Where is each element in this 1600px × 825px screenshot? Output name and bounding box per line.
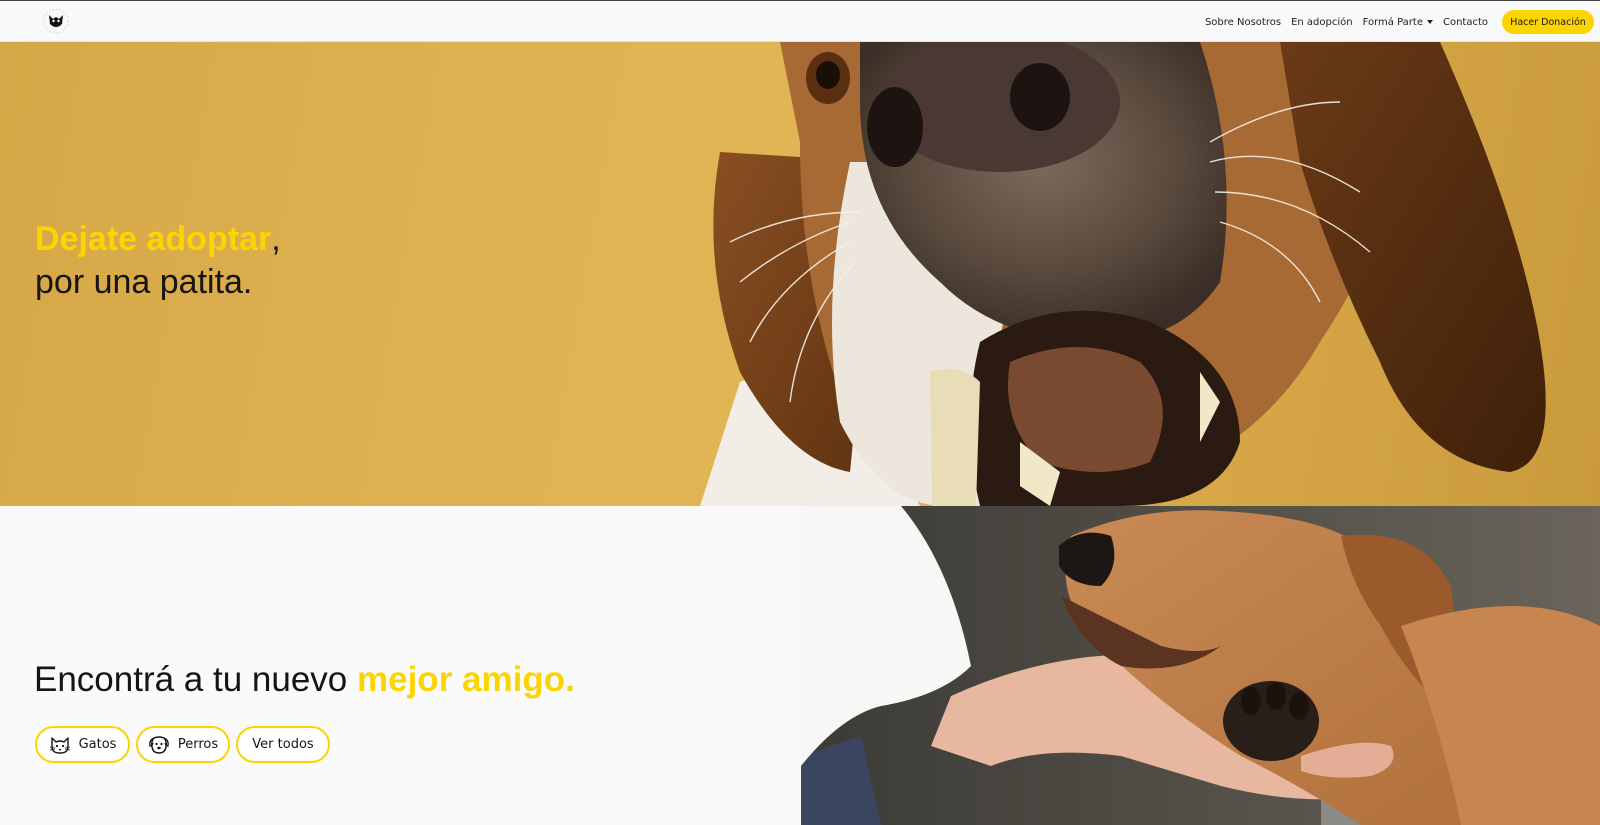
see-all-button-label: Ver todos [252,737,314,752]
navbar: Sobre Nosotros En adopción Formá Parte C… [0,0,1600,42]
cats-button[interactable]: Gatos [35,726,130,763]
dog-paw-photo [801,506,1600,825]
logo-icon[interactable] [42,7,70,35]
dogs-button-label: Perros [177,737,219,752]
see-all-button[interactable]: Ver todos [236,726,330,763]
dogs-button[interactable]: Perros [136,726,230,763]
dog-hero-photo [700,42,1546,506]
finder-title-accent: mejor amigo. [357,660,575,699]
hero-banner: Dejate adoptar, por una patita. [0,42,1600,506]
nav-dropdown-forma-parte[interactable]: Formá Parte [1363,17,1433,28]
nav-link-en-adopcion[interactable]: En adopción [1291,17,1353,28]
hero-title-comma: , [271,220,281,258]
donate-button[interactable]: Hacer Donación [1502,10,1594,34]
caret-down-icon [1426,19,1433,24]
nav-link-contacto[interactable]: Contacto [1443,17,1488,28]
nav-links: Sobre Nosotros En adopción Formá Parte C… [1205,1,1488,43]
nav-link-sobre-nosotros[interactable]: Sobre Nosotros [1205,17,1281,28]
cats-button-label: Gatos [78,737,117,752]
dog-face-icon [149,735,169,754]
nav-dropdown-label: Formá Parte [1362,16,1423,28]
hero-title-accent: Dejate adoptar [35,220,272,258]
cat-face-icon [49,736,70,754]
hero-title: Dejate adoptar, por una patita. [35,218,281,304]
hero-title-line2: por una patita. [35,263,253,301]
finder-title: Encontrá a tu nuevo mejor amigo. [34,660,575,700]
finder-title-plain: Encontrá a tu nuevo [34,660,357,699]
finder-section: Encontrá a tu nuevo mejor amigo. Gatos P… [0,506,800,825]
